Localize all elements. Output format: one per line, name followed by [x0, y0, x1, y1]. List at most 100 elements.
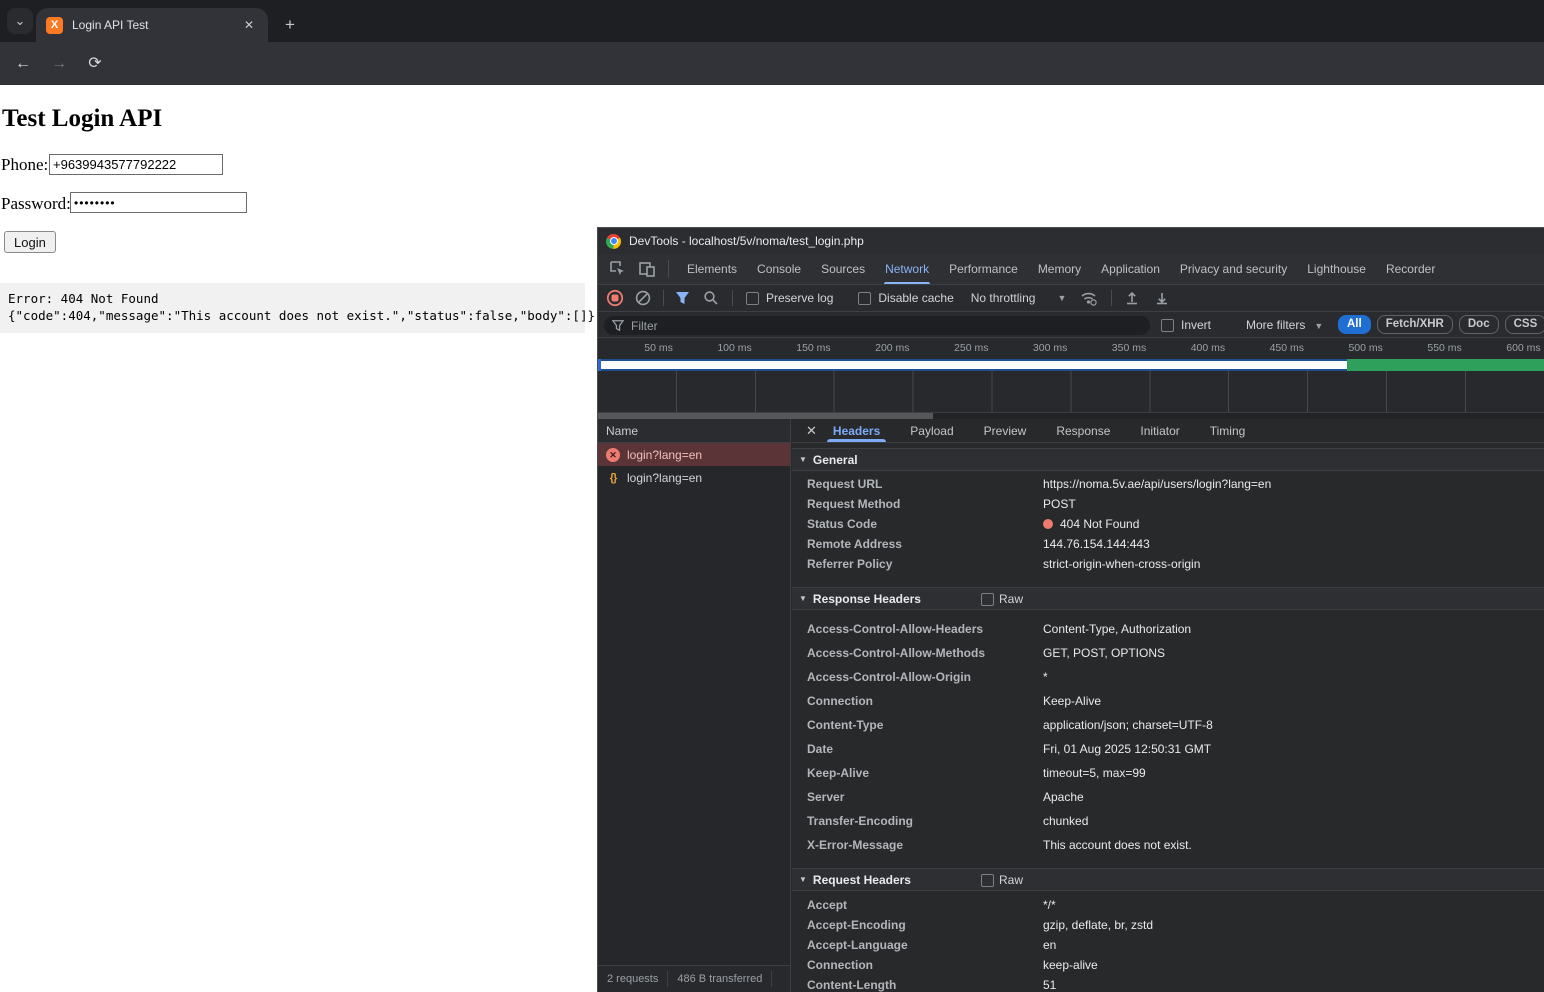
- overview-green-segment: [1347, 359, 1544, 372]
- raw-response-checkbox[interactable]: [981, 593, 994, 606]
- request-header-rows: Accept */* Accept-Encoding gzip, deflate…: [792, 895, 1544, 992]
- timeline-tick-label: 550 ms: [1387, 338, 1466, 359]
- clear-network-log-icon[interactable]: [635, 290, 651, 306]
- network-conditions-icon[interactable]: [1080, 290, 1099, 306]
- detail-tab[interactable]: Response: [1054, 419, 1112, 442]
- preserve-log-checkbox[interactable]: [746, 292, 759, 305]
- header-value: strict-origin-when-cross-origin: [1043, 557, 1200, 571]
- close-detail-icon[interactable]: ✕: [806, 423, 817, 439]
- request-headers-section-header[interactable]: ▼ Request Headers Raw: [792, 868, 1544, 891]
- network-overview-bar[interactable]: [598, 359, 1544, 371]
- header-row: Content-Length 51: [792, 975, 1544, 992]
- header-value: timeout=5, max=99: [1043, 766, 1146, 780]
- response-headers-section-header[interactable]: ▼ Response Headers Raw: [792, 587, 1544, 610]
- header-value: Apache: [1043, 790, 1084, 804]
- tab-search-button[interactable]: ⌄: [7, 8, 33, 34]
- devtools-tool-tab[interactable]: Recorder: [1376, 254, 1445, 284]
- detail-tab[interactable]: Timing: [1208, 419, 1248, 442]
- password-input[interactable]: [70, 192, 247, 213]
- detail-tab[interactable]: Initiator: [1138, 419, 1181, 442]
- inspect-element-icon[interactable]: [609, 260, 627, 278]
- devtools-tool-tab[interactable]: Console: [747, 254, 811, 284]
- export-har-icon[interactable]: [1154, 290, 1170, 306]
- forward-icon[interactable]: →: [46, 51, 72, 77]
- response-header-rows: Access-Control-Allow-Headers Content-Typ…: [792, 617, 1544, 857]
- filter-pillbar: AllFetch/XHRDocCSSJSFo: [1338, 315, 1544, 334]
- page-title: Test Login API: [2, 105, 162, 133]
- invert-checkbox[interactable]: [1161, 319, 1174, 332]
- timeline-tick-label: 500 ms: [1308, 338, 1387, 359]
- timeline-tick-label: 100 ms: [677, 338, 756, 359]
- header-value: keep-alive: [1043, 958, 1098, 972]
- divider: [732, 290, 733, 306]
- throttling-caret-icon[interactable]: ▼: [1057, 293, 1066, 303]
- request-name: login?lang=en: [627, 448, 702, 462]
- divider: [668, 260, 669, 278]
- header-key: Accept-Encoding: [792, 918, 1043, 932]
- detail-tab[interactable]: Headers: [831, 419, 882, 442]
- header-value: This account does not exist.: [1043, 838, 1192, 852]
- header-row: Content-Type application/json; charset=U…: [792, 713, 1544, 737]
- header-row: Request Method POST: [792, 494, 1544, 514]
- request-status-icon: [606, 448, 620, 462]
- phone-input[interactable]: [49, 154, 223, 175]
- device-toolbar-icon[interactable]: [638, 260, 656, 278]
- tab-close-icon[interactable]: ✕: [240, 16, 258, 34]
- header-row: Accept */*: [792, 895, 1544, 915]
- network-filter-pill[interactable]: CSS: [1505, 315, 1544, 334]
- header-value: gzip, deflate, br, zstd: [1043, 918, 1153, 932]
- browser-toolbar: ← → ⟳ i localhost/5v/noma/test_login.php: [0, 42, 1544, 85]
- header-row: Connection Keep-Alive: [792, 689, 1544, 713]
- network-filter-pill[interactable]: Doc: [1459, 315, 1499, 334]
- filter-funnel-icon[interactable]: [675, 291, 690, 305]
- network-filter-pill[interactable]: Fetch/XHR: [1377, 315, 1453, 334]
- section-triangle-icon: ▼: [799, 875, 807, 884]
- new-tab-button[interactable]: +: [278, 13, 302, 37]
- raw-request-checkbox[interactable]: [981, 874, 994, 887]
- header-key: Keep-Alive: [792, 766, 1043, 780]
- filter-input[interactable]: Filter: [604, 316, 1150, 335]
- network-toolbar: Preserve log Disable cache No throttling…: [598, 285, 1544, 312]
- login-button[interactable]: Login: [4, 231, 56, 253]
- divider: [1111, 290, 1112, 306]
- disable-cache-checkbox[interactable]: [858, 292, 871, 305]
- request-row[interactable]: login?lang=en: [598, 466, 790, 489]
- header-key: Content-Length: [792, 978, 1043, 992]
- devtools-tool-tab[interactable]: Sources: [811, 254, 875, 284]
- timeline-ruler: 50 ms100 ms150 ms200 ms250 ms300 ms350 m…: [598, 338, 1544, 359]
- header-row: Access-Control-Allow-Methods GET, POST, …: [792, 641, 1544, 665]
- devtools-tool-tab[interactable]: Memory: [1028, 254, 1091, 284]
- header-row: Referrer Policy strict-origin-when-cross…: [792, 554, 1544, 574]
- reload-icon[interactable]: ⟳: [82, 51, 108, 77]
- network-filter-pill[interactable]: All: [1338, 315, 1371, 334]
- throttling-select[interactable]: No throttling: [971, 291, 1036, 305]
- header-value: 51: [1043, 978, 1056, 992]
- chevron-down-icon: ⌄: [15, 13, 26, 28]
- back-icon[interactable]: ←: [10, 51, 36, 77]
- network-summary-bar: 2 requests486 B transferred: [598, 965, 790, 992]
- devtools-tool-tab[interactable]: Privacy and security: [1170, 254, 1297, 284]
- browser-tab[interactable]: X Login API Test ✕: [36, 8, 268, 42]
- chrome-logo-icon: [606, 234, 621, 249]
- devtools-titlebar[interactable]: DevTools - localhost/5v/noma/test_login.…: [598, 228, 1544, 254]
- search-icon[interactable]: [703, 290, 719, 306]
- timeline-tick-label: 150 ms: [756, 338, 835, 359]
- request-row[interactable]: login?lang=en: [598, 443, 790, 466]
- devtools-tool-tab[interactable]: Performance: [939, 254, 1028, 284]
- devtools-tool-tab[interactable]: Application: [1091, 254, 1170, 284]
- more-filters-button[interactable]: More filters▼: [1246, 318, 1323, 332]
- record-network-log-icon[interactable]: [606, 289, 624, 307]
- general-section-header[interactable]: ▼ General: [792, 448, 1544, 471]
- devtools-tool-tab[interactable]: Network: [875, 254, 939, 284]
- request-list-name-header[interactable]: Name: [598, 419, 790, 443]
- header-key: Remote Address: [792, 537, 1043, 551]
- header-key: Server: [792, 790, 1043, 804]
- devtools-tool-tab[interactable]: Lighthouse: [1297, 254, 1376, 284]
- devtools-tool-tab[interactable]: Elements: [677, 254, 747, 284]
- disable-cache-label: Disable cache: [878, 291, 953, 305]
- header-value: Keep-Alive: [1043, 694, 1101, 708]
- import-har-icon[interactable]: [1124, 290, 1140, 306]
- detail-tab[interactable]: Preview: [982, 419, 1029, 442]
- detail-tab[interactable]: Payload: [908, 419, 955, 442]
- network-overview-grid[interactable]: [598, 371, 1544, 413]
